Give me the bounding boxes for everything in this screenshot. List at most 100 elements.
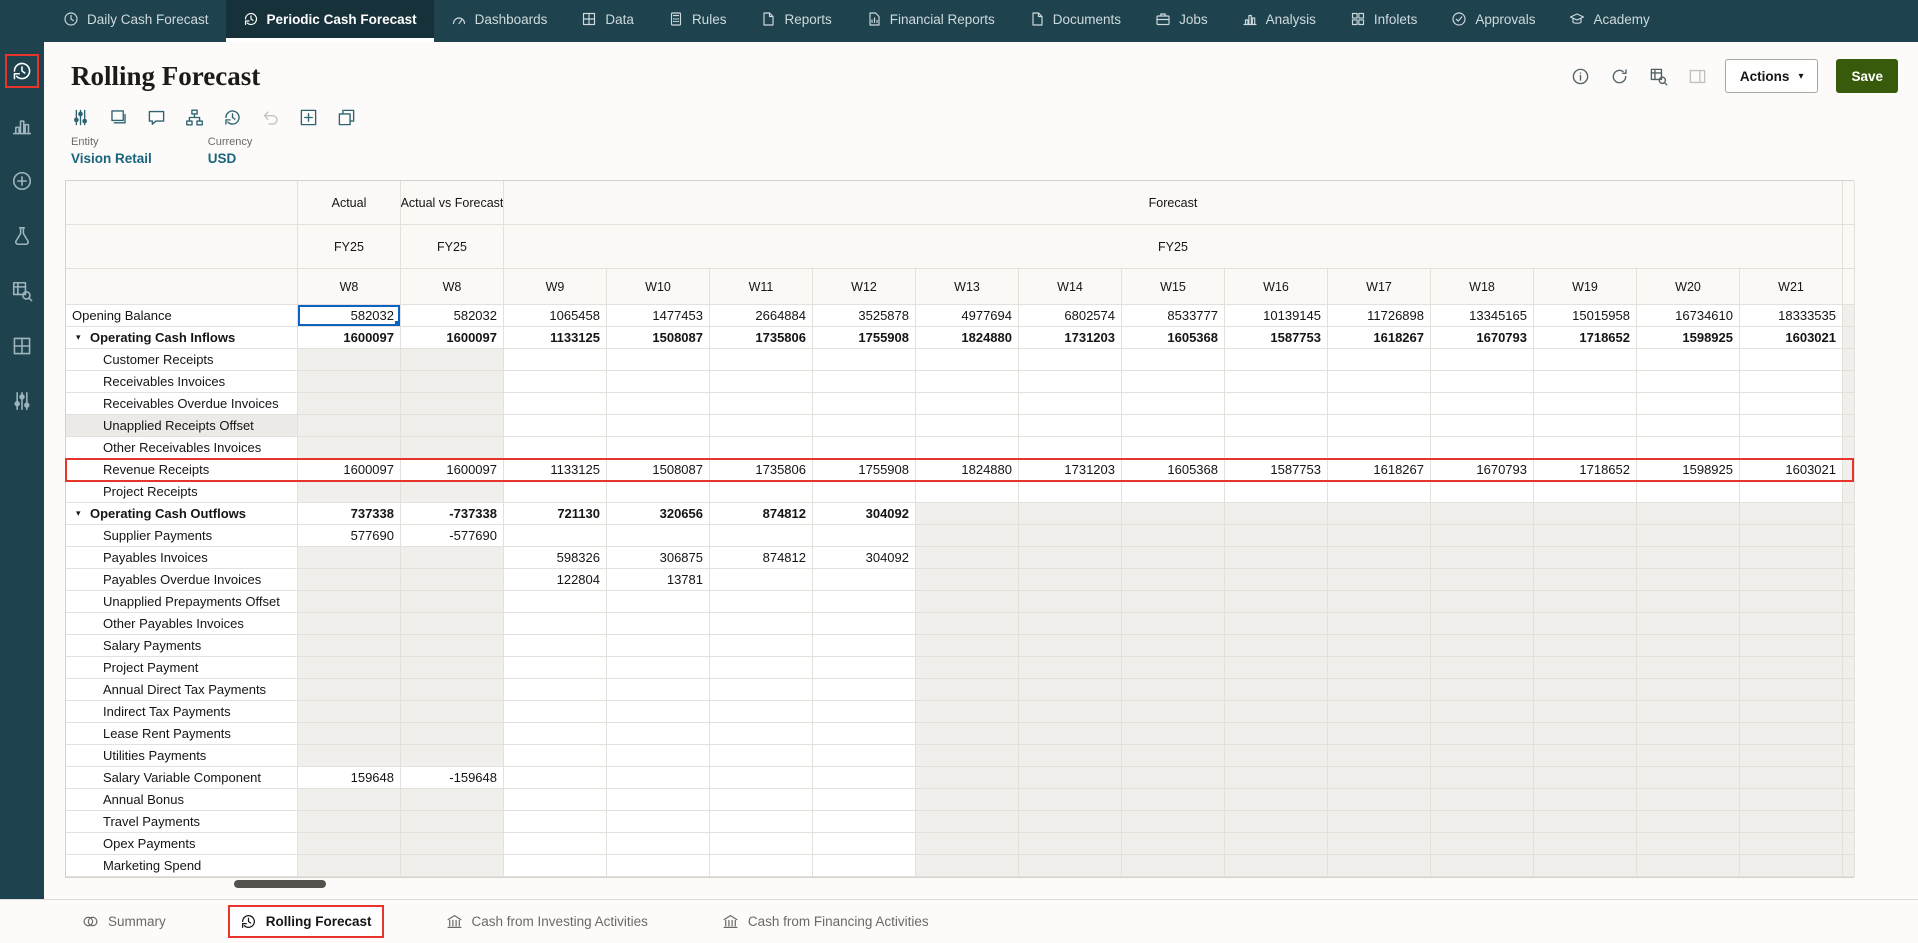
grid-cell[interactable] — [1122, 525, 1225, 547]
grid-cell[interactable] — [813, 679, 916, 701]
grid-cell[interactable] — [401, 393, 504, 415]
grid-cell[interactable] — [607, 635, 710, 657]
grid-cell[interactable] — [1534, 701, 1637, 723]
grid-cell[interactable] — [504, 767, 607, 789]
row-header[interactable]: Opex Payments — [66, 833, 298, 855]
grid-cell[interactable] — [813, 723, 916, 745]
row-header[interactable]: ▾ Operating Cash Outflows — [66, 503, 298, 525]
grid-cell[interactable]: 11726898 — [1328, 305, 1431, 327]
grid-cell[interactable] — [1019, 657, 1122, 679]
grid-cell[interactable] — [401, 547, 504, 569]
year-header[interactable]: FY25 — [504, 225, 1843, 269]
grid-cell[interactable] — [916, 525, 1019, 547]
grid-cell[interactable] — [607, 613, 710, 635]
grid-cell[interactable]: 1477453 — [607, 305, 710, 327]
grid-cell[interactable]: 1735806 — [710, 459, 813, 481]
row-header[interactable]: Payables Overdue Invoices — [66, 569, 298, 591]
grid-cell[interactable] — [298, 547, 401, 569]
row-header[interactable]: Opening Balance — [66, 305, 298, 327]
grid-cell[interactable] — [607, 745, 710, 767]
grid-cell[interactable] — [298, 569, 401, 591]
grid-cell[interactable] — [1740, 635, 1843, 657]
grid-cell[interactable] — [1019, 833, 1122, 855]
grid-cell[interactable] — [1019, 767, 1122, 789]
grid-cell[interactable] — [916, 613, 1019, 635]
grid-cell[interactable] — [710, 481, 813, 503]
grid-cell[interactable] — [710, 657, 813, 679]
grid-cell[interactable] — [1637, 723, 1740, 745]
grid-cell[interactable]: -159648 — [401, 767, 504, 789]
grid-cell[interactable]: 16734610 — [1637, 305, 1740, 327]
grid-cell[interactable] — [1637, 481, 1740, 503]
grid-cell[interactable] — [1431, 833, 1534, 855]
grid-cell[interactable] — [1534, 591, 1637, 613]
grid-cell[interactable] — [1534, 723, 1637, 745]
grid-cell[interactable] — [813, 745, 916, 767]
grid-cell[interactable] — [1225, 371, 1328, 393]
grid-cell[interactable] — [607, 679, 710, 701]
grid-cell[interactable] — [298, 811, 401, 833]
grid-cell[interactable] — [401, 569, 504, 591]
row-header[interactable]: Project Payment — [66, 657, 298, 679]
nav-tab-financial-reports[interactable]: Financial Reports — [849, 0, 1012, 42]
grid-cell[interactable] — [1019, 613, 1122, 635]
grid-cell[interactable] — [1328, 371, 1431, 393]
bottom-tab-summary[interactable]: Summary — [70, 905, 178, 938]
grid-cell[interactable]: 598326 — [504, 547, 607, 569]
grid-cell[interactable] — [1019, 855, 1122, 877]
grid-cell[interactable] — [401, 371, 504, 393]
bottom-tab-rolling-forecast[interactable]: Rolling Forecast — [227, 905, 384, 938]
grid-cell[interactable] — [1740, 811, 1843, 833]
grid-cell[interactable] — [1431, 371, 1534, 393]
grid-cell[interactable] — [1225, 657, 1328, 679]
actions-button[interactable]: Actions ▾ — [1724, 59, 1819, 93]
rail-item-bar-chart[interactable] — [5, 109, 39, 143]
grid-cell[interactable] — [1122, 569, 1225, 591]
collapse-icon[interactable]: ▾ — [76, 508, 90, 519]
grid-cell[interactable] — [813, 767, 916, 789]
row-header[interactable]: ▾ Operating Cash Inflows — [66, 327, 298, 349]
column-header-w15[interactable]: W15 — [1122, 269, 1225, 305]
grid-cell[interactable] — [813, 415, 916, 437]
grid-cell[interactable] — [1019, 701, 1122, 723]
grid-cell[interactable] — [1431, 767, 1534, 789]
row-header[interactable]: Other Receivables Invoices — [66, 437, 298, 459]
grid-cell[interactable] — [710, 767, 813, 789]
grid-cell[interactable] — [504, 855, 607, 877]
grid-cell[interactable] — [401, 833, 504, 855]
grid-cell[interactable]: 577690 — [298, 525, 401, 547]
grid-cell[interactable] — [1225, 503, 1328, 525]
grid-cell[interactable] — [607, 415, 710, 437]
grid-cell[interactable]: 1605368 — [1122, 327, 1225, 349]
grid-cell[interactable] — [813, 591, 916, 613]
grid-cell[interactable] — [813, 855, 916, 877]
grid-cell[interactable] — [1328, 393, 1431, 415]
grid-cell[interactable] — [710, 635, 813, 657]
grid-cell[interactable]: 1755908 — [813, 327, 916, 349]
column-header-w19[interactable]: W19 — [1534, 269, 1637, 305]
toolbar-adjust-columns-button[interactable] — [71, 108, 90, 127]
collapse-icon[interactable]: ▾ — [76, 332, 90, 343]
grid-cell[interactable] — [1122, 635, 1225, 657]
grid-cell[interactable] — [504, 525, 607, 547]
grid-cell[interactable] — [401, 745, 504, 767]
nav-tab-infolets[interactable]: Infolets — [1333, 0, 1435, 42]
save-button[interactable]: Save — [1836, 59, 1898, 93]
grid-cell[interactable]: -737338 — [401, 503, 504, 525]
grid-cell[interactable] — [1019, 393, 1122, 415]
grid-cell[interactable] — [504, 811, 607, 833]
grid-cell[interactable] — [1328, 415, 1431, 437]
grid-cell[interactable]: 1603021 — [1740, 327, 1843, 349]
nav-tab-data[interactable]: Data — [564, 0, 651, 42]
grid-cell[interactable] — [710, 701, 813, 723]
grid-cell[interactable] — [916, 679, 1019, 701]
grid-cell[interactable] — [1328, 569, 1431, 591]
grid-cell[interactable] — [916, 635, 1019, 657]
grid-cell[interactable] — [607, 701, 710, 723]
nav-tab-jobs[interactable]: Jobs — [1138, 0, 1225, 42]
grid-cell[interactable] — [1122, 481, 1225, 503]
grid-cell[interactable]: 304092 — [813, 503, 916, 525]
grid-cell[interactable] — [1225, 767, 1328, 789]
grid-cell[interactable] — [1740, 657, 1843, 679]
row-header[interactable]: Customer Receipts — [66, 349, 298, 371]
